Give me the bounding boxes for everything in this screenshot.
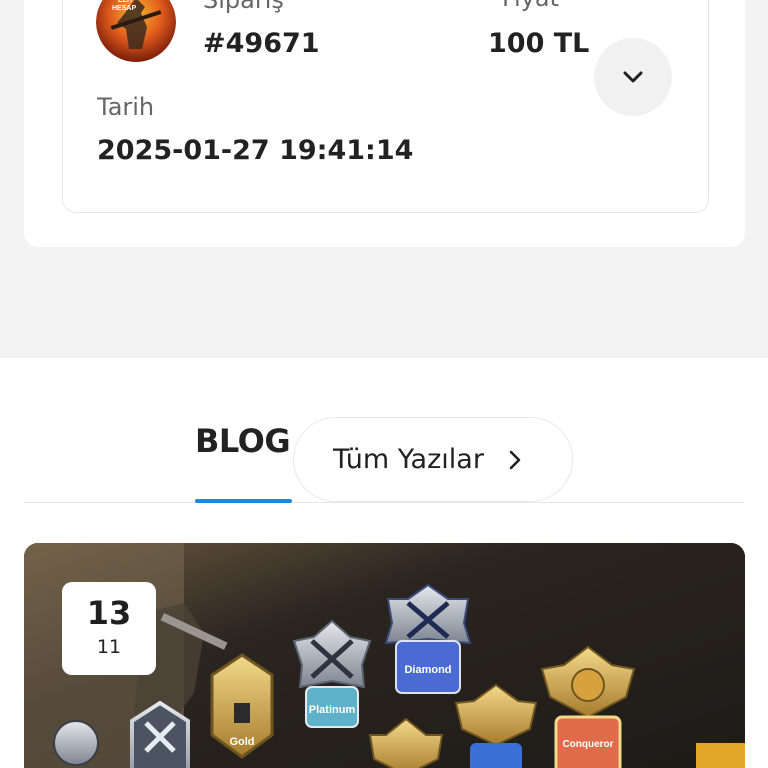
tabs-divider	[24, 502, 744, 503]
svg-text:Diamond: Diamond	[404, 664, 451, 676]
post-date-day: 13	[86, 594, 132, 632]
svg-text:Conqueror: Conqueror	[562, 739, 613, 750]
price-value: 100 TL	[488, 28, 590, 59]
post-date-month: 11	[96, 636, 122, 658]
chevron-down-icon	[623, 71, 643, 83]
svg-text:HESAP: HESAP	[112, 5, 136, 12]
expand-order-button[interactable]	[594, 38, 672, 116]
active-tab-indicator	[195, 499, 292, 503]
price-label: Fiyat	[502, 0, 559, 12]
date-label: Tarih	[97, 93, 155, 121]
svg-text:ELIT: ELIT	[118, 0, 134, 4]
post-date-badge: 13 11	[62, 582, 156, 675]
all-posts-label: Tüm Yazılar	[333, 444, 484, 475]
order-number-value: #49671	[203, 28, 320, 59]
chevron-right-icon	[509, 450, 521, 469]
all-posts-button[interactable]: Tüm Yazılar	[293, 417, 573, 502]
tab-blog[interactable]: BLOG	[195, 422, 291, 460]
svg-text:Platinum: Platinum	[309, 704, 356, 716]
date-value: 2025-01-27 19:41:14	[97, 135, 414, 166]
order-number-label: Sipariş	[203, 0, 284, 14]
svg-text:Gold: Gold	[229, 736, 254, 748]
